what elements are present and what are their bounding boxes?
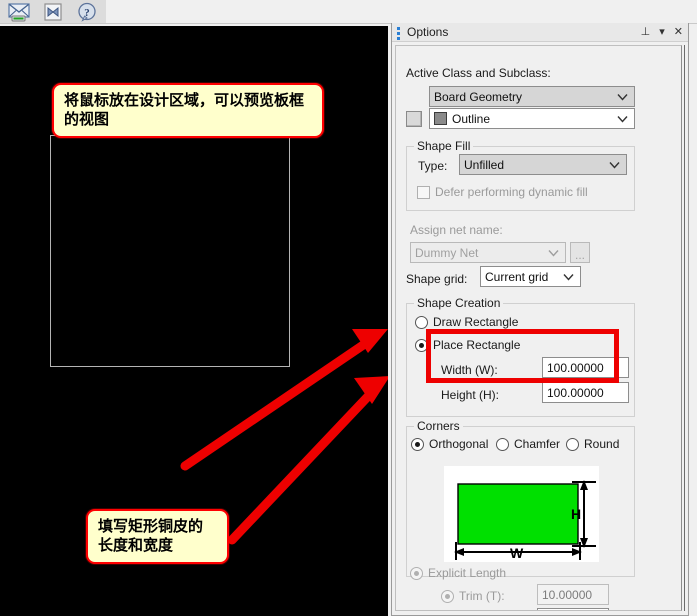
svg-text:?: ? [84, 7, 90, 19]
chevron-down-icon [617, 93, 628, 100]
chamfer-label: Chamfer [514, 437, 561, 451]
orthogonal-radio[interactable]: Orthogonal [411, 437, 488, 451]
shape-grid-value: Current grid [485, 269, 549, 284]
defer-dynamic-fill-checkbox[interactable]: Defer performing dynamic fill [417, 185, 588, 199]
svg-text:H: H [571, 506, 581, 522]
chevron-down-icon [609, 161, 620, 168]
trim-radio[interactable]: Trim (T): [441, 589, 505, 603]
radio-dot-icon [566, 437, 579, 451]
fill-type-label: Type: [418, 159, 448, 173]
orthogonal-label: Orthogonal [429, 437, 489, 451]
chamfer-c-input[interactable]: 14.10000 [537, 608, 609, 610]
bowtie-icon[interactable] [38, 0, 68, 24]
chevron-down-icon [548, 249, 559, 256]
mail-merge-icon[interactable] [4, 0, 34, 24]
subclass-combo[interactable]: Outline [429, 108, 635, 129]
assign-net-label: Assign net name: [410, 223, 503, 237]
chevron-down-icon [617, 115, 628, 122]
round-label: Round [584, 437, 620, 451]
panel-edge [684, 45, 685, 611]
draw-rectangle-label: Draw Rectangle [433, 315, 519, 329]
shape-grid-label: Shape grid: [406, 272, 468, 286]
shape-grid-combo[interactable]: Current grid [480, 266, 581, 287]
options-panel-titlebar[interactable]: Options ⊥ ▾ ✕ [392, 23, 688, 42]
callout-preview-text: 将鼠标放在设计区域，可以预览板框的视图 [64, 91, 305, 128]
radio-dot-icon [415, 315, 428, 329]
design-canvas[interactable]: 将鼠标放在设计区域，可以预览板框的视图 填写矩形铜皮的长度和宽度 [0, 26, 388, 616]
chamfer-radio[interactable]: Chamfer [496, 437, 560, 451]
toolbar-button-group: ? [0, 0, 106, 24]
corners-title: Corners [414, 419, 463, 433]
screen-root: ? 将鼠标放在设计区域，可以预览板框的视图 填写矩形铜皮的长度和宽度 Optio… [0, 0, 697, 616]
draw-rectangle-radio[interactable]: Draw Rectangle [415, 315, 518, 329]
svg-text:W: W [510, 545, 524, 561]
defer-dynamic-fill-label: Defer performing dynamic fill [435, 185, 588, 199]
place-rectangle-label: Place Rectangle [433, 338, 521, 352]
arrow-to-height-field [227, 376, 388, 545]
shape-creation-title: Shape Creation [414, 296, 504, 310]
width-label: Width (W): [441, 363, 498, 377]
explicit-length-radio[interactable]: Explicit Length [410, 566, 506, 580]
options-panel-body: Active Class and Subclass: Board Geometr… [395, 45, 682, 611]
subclass-combo-value: Outline [452, 111, 491, 126]
fill-type-combo[interactable]: Unfilled [459, 154, 627, 175]
board-outline-rectangle [50, 135, 290, 367]
assign-net-combo[interactable]: Dummy Net [410, 242, 566, 263]
place-rectangle-radio[interactable]: Place Rectangle [415, 338, 520, 352]
top-toolbar: ? [0, 0, 697, 24]
checkbox-box-icon [417, 185, 430, 199]
subclass-visibility-toggle[interactable] [406, 111, 422, 127]
subclass-color-swatch [434, 112, 447, 125]
width-input[interactable]: 100.00000 [542, 357, 629, 378]
panel-grip-icon[interactable] [394, 23, 404, 42]
close-icon[interactable]: ✕ [674, 27, 683, 38]
radio-dot-icon [415, 338, 428, 352]
explicit-length-label: Explicit Length [428, 566, 507, 580]
radio-dot-icon [411, 437, 424, 451]
assign-net-browse-button[interactable]: ... [570, 242, 590, 263]
options-panel: Options ⊥ ▾ ✕ Active Class and Subclass:… [391, 23, 689, 616]
help-icon[interactable]: ? [72, 0, 102, 24]
panel-title-label: Options [407, 25, 449, 39]
trim-label: Trim (T): [459, 589, 505, 603]
callout-preview-hint: 将鼠标放在设计区域，可以预览板框的视图 [52, 83, 324, 138]
preview-green-rectangle [457, 483, 579, 545]
chevron-down-icon [563, 273, 574, 280]
radio-dot-icon [496, 437, 509, 451]
fill-type-value: Unfilled [464, 157, 505, 172]
active-class-label: Active Class and Subclass: [406, 66, 551, 80]
trim-input[interactable]: 10.00000 [537, 584, 609, 605]
callout-dimensions-hint: 填写矩形铜皮的长度和宽度 [86, 509, 229, 564]
chevron-down-icon[interactable]: ▾ [659, 27, 665, 38]
height-input[interactable]: 100.00000 [542, 382, 629, 403]
assign-net-value: Dummy Net [415, 245, 479, 260]
corner-preview-image: H W [444, 466, 599, 562]
class-combo-value: Board Geometry [434, 89, 523, 104]
round-radio[interactable]: Round [566, 437, 619, 451]
radio-dot-icon [441, 589, 454, 603]
shape-fill-title: Shape Fill [414, 139, 474, 153]
pin-icon[interactable]: ⊥ [641, 27, 651, 38]
callout-dimensions-text: 填写矩形铜皮的长度和宽度 [98, 517, 204, 554]
class-combo[interactable]: Board Geometry [429, 86, 635, 107]
radio-dot-icon [410, 566, 423, 580]
height-label: Height (H): [441, 388, 500, 402]
